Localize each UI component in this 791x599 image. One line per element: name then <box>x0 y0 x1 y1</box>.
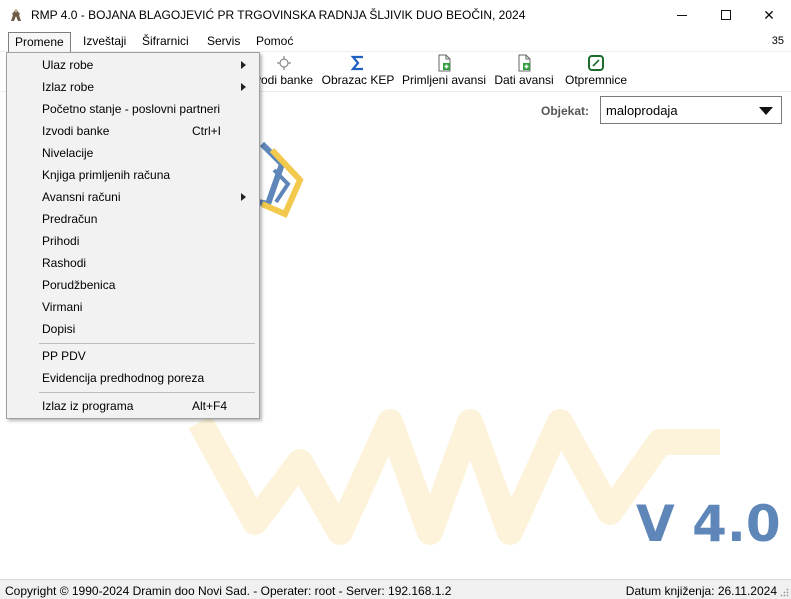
menu-item-izvodi-banke[interactable]: Izvodi banke Ctrl+I <box>7 120 259 142</box>
submenu-arrow-icon <box>241 83 246 91</box>
menu-item-pp-pdv[interactable]: PP PDV <box>7 345 259 367</box>
status-posting-date: Datum knjiženja: 26.11.2024 <box>625 584 777 598</box>
menu-bar: Promene Izveštaji Šifrarnici Servis Pomo… <box>0 30 791 53</box>
menu-item-izlaz-robe[interactable]: Izlaz robe <box>7 76 259 98</box>
menu-item-label: PP PDV <box>42 349 86 363</box>
status-bar: Copyright © 1990-2024 Dramin doo Novi Sa… <box>0 579 791 599</box>
promene-dropdown-menu: Ulaz robe Izlaz robe Početno stanje - po… <box>6 52 260 419</box>
toolbar-label: Primljeni avansi <box>401 73 487 87</box>
menu-pomoc[interactable]: Pomoć <box>250 33 299 51</box>
menu-item-porudzbenica[interactable]: Porudžbenica <box>7 274 259 296</box>
menu-item-shortcut: Ctrl+I <box>192 124 222 138</box>
toolbar-label: vodi banke <box>254 73 314 87</box>
toolbar-izvodi-banke-button[interactable]: vodi banke <box>250 54 318 90</box>
object-label: Objekat: <box>541 104 590 118</box>
menu-separator <box>39 392 255 393</box>
menu-item-label: Knjiga primljenih računa <box>42 168 171 182</box>
status-copyright: Copyright © 1990-2024 Dramin doo Novi Sa… <box>5 584 452 598</box>
toolbar-label: Dati avansi <box>494 73 554 87</box>
menu-item-label: Dopisi <box>42 322 76 336</box>
chevron-down-icon <box>759 107 773 115</box>
toolbar-otpremnice-button[interactable]: Otpremnice <box>561 54 631 90</box>
submenu-arrow-icon <box>241 61 246 69</box>
toolbar-label: Otpremnice <box>564 73 628 87</box>
toolbar-primljeni-avansi-button[interactable]: Primljeni avansi <box>398 54 490 90</box>
menu-item-label: Porudžbenica <box>42 278 116 292</box>
menu-item-label: Rashodi <box>42 256 87 270</box>
menu-item-nivelacije[interactable]: Nivelacije <box>7 142 259 164</box>
menu-item-pocetno-stanje[interactable]: Početno stanje - poslovni partneri <box>7 98 259 120</box>
toolbar-obrazac-kep-button[interactable]: Obrazac KEP <box>321 54 395 90</box>
menu-servis[interactable]: Servis <box>201 33 246 51</box>
menu-item-knjiga-primljenih-racuna[interactable]: Knjiga primljenih računa <box>7 164 259 186</box>
menu-item-label: Avansni računi <box>42 190 121 204</box>
toolbar-dati-avansi-button[interactable]: Dati avansi <box>493 54 555 90</box>
menu-item-label: Izlaz iz programa <box>42 399 134 413</box>
document-add-icon <box>518 54 531 72</box>
menu-item-rashodi[interactable]: Rashodi <box>7 252 259 274</box>
menu-item-label: Izlaz robe <box>42 80 95 94</box>
object-select-value: maloprodaja <box>606 103 678 118</box>
menu-izvestaji[interactable]: Izveštaji <box>77 33 132 51</box>
menu-promene[interactable]: Promene <box>8 32 71 53</box>
menu-separator <box>39 343 255 344</box>
menu-item-label: Predračun <box>42 212 98 226</box>
menu-item-predracun[interactable]: Predračun <box>7 208 259 230</box>
maximize-icon <box>721 10 731 20</box>
document-add-icon <box>438 54 451 72</box>
menu-item-dopisi[interactable]: Dopisi <box>7 318 259 340</box>
bank-statement-icon <box>277 56 291 70</box>
close-icon: ✕ <box>763 6 775 23</box>
version-watermark: V 4.0 <box>636 495 781 553</box>
minimize-button[interactable] <box>659 0 705 30</box>
menu-item-avansni-racuni[interactable]: Avansni računi <box>7 186 259 208</box>
menu-item-label: Nivelacije <box>42 146 94 160</box>
menu-item-label: Početno stanje - poslovni partneri <box>42 102 221 116</box>
menu-count: 35 <box>771 35 784 47</box>
object-select[interactable]: maloprodaja <box>600 96 782 124</box>
resize-grip-icon[interactable] <box>780 588 789 597</box>
menu-item-label: Evidencija predhodnog poreza <box>42 371 205 385</box>
menu-item-prihodi[interactable]: Prihodi <box>7 230 259 252</box>
minimize-icon <box>677 14 687 16</box>
toolbar-label: Obrazac KEP <box>321 73 395 87</box>
menu-item-label: Virmani <box>42 300 83 314</box>
menu-item-izlaz-iz-programa[interactable]: Izlaz iz programa Alt+F4 <box>7 395 259 417</box>
menu-item-shortcut: Alt+F4 <box>192 399 228 413</box>
app-logo-icon <box>11 9 21 21</box>
menu-item-label: Prihodi <box>42 234 80 248</box>
menu-item-ulaz-robe[interactable]: Ulaz robe <box>7 54 259 76</box>
maximize-button[interactable] <box>703 0 749 30</box>
menu-item-label: Izvodi banke <box>42 124 110 138</box>
window-title: RMP 4.0 - BOJANA BLAGOJEVIĆ PR TRGOVINSK… <box>31 8 526 22</box>
delivery-note-icon <box>588 55 604 71</box>
menu-item-evidencija-predhodnog-poreza[interactable]: Evidencija predhodnog poreza <box>7 367 259 389</box>
menu-item-label: Ulaz robe <box>42 58 94 72</box>
title-bar: RMP 4.0 - BOJANA BLAGOJEVIĆ PR TRGOVINSK… <box>0 0 791 30</box>
menu-sifrarnici[interactable]: Šifrarnici <box>136 33 195 51</box>
menu-item-virmani[interactable]: Virmani <box>7 296 259 318</box>
close-button[interactable]: ✕ <box>746 0 791 30</box>
sigma-icon <box>350 55 363 71</box>
submenu-arrow-icon <box>241 193 246 201</box>
